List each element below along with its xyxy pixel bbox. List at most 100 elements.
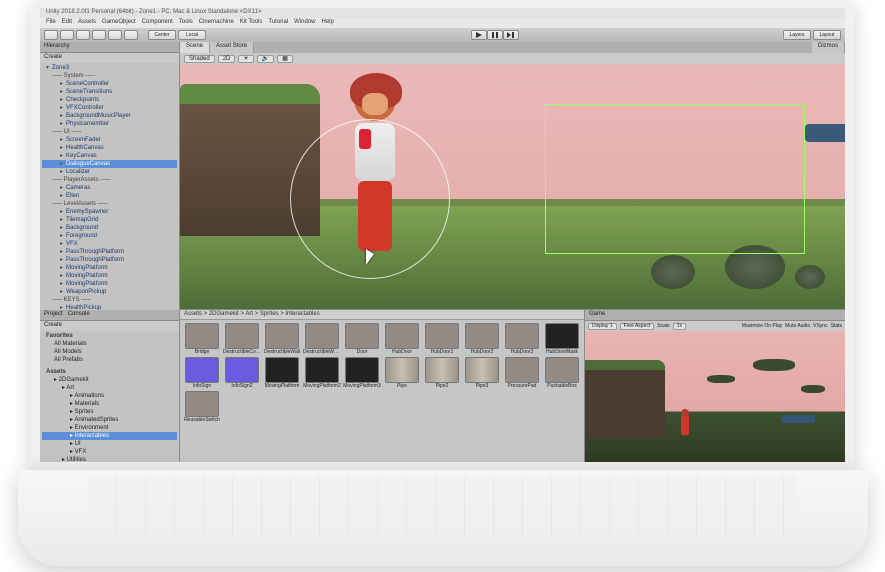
menu-window[interactable]: Window [294, 19, 315, 27]
asset-item[interactable]: DestructibleWall2 [303, 323, 341, 355]
hierarchy-item[interactable]: ----- System ----- [42, 72, 177, 80]
hierarchy-item[interactable]: ▸VFXController [42, 104, 177, 112]
2d-toggle[interactable]: 2D [218, 55, 236, 63]
step-button[interactable] [503, 30, 519, 40]
gizmos-dropdown[interactable]: Gizmos [812, 42, 845, 53]
project-folder[interactable]: ▸ Materials [42, 400, 177, 408]
rotate-tool-button[interactable] [76, 30, 90, 40]
move-tool-button[interactable] [60, 30, 74, 40]
fav-all-materials[interactable]: All Materials [42, 340, 177, 348]
project-folder[interactable]: ▸ Art [42, 384, 177, 392]
gizmo-camera-bounds[interactable] [545, 104, 805, 254]
game-display-dropdown[interactable]: Display 1 [588, 323, 617, 330]
asset-item[interactable]: Pipe3 [463, 357, 501, 389]
project-folder[interactable]: ▸ Environment [42, 424, 177, 432]
hierarchy-item[interactable]: ▸DialogueCanvas [42, 160, 177, 168]
hierarchy-item[interactable]: ▸SceneController [42, 80, 177, 88]
rect-tool-button[interactable] [108, 30, 122, 40]
hierarchy-item[interactable]: ▸Physicamember [42, 120, 177, 128]
tab-project[interactable]: Project [44, 311, 63, 317]
layout-dropdown[interactable]: Layout [813, 30, 841, 40]
menu-cinemachine[interactable]: Cinemachine [199, 19, 234, 27]
hierarchy-item[interactable]: ▸Checkpoints [42, 96, 177, 104]
asset-item[interactable]: PressurePad [503, 357, 541, 389]
project-folder[interactable]: ▸ 2DGamekit [42, 376, 177, 384]
asset-item[interactable]: MovingPlatform [263, 357, 301, 389]
layers-dropdown[interactable]: Layers [783, 30, 811, 40]
project-create-dropdown[interactable]: Create [44, 322, 62, 330]
hierarchy-item[interactable]: ▸MovingPlatform [42, 280, 177, 288]
menu-file[interactable]: File [46, 19, 56, 27]
asset-item[interactable]: Bridge [183, 323, 221, 355]
project-folder[interactable]: ▸ AnimatedSprites [42, 416, 177, 424]
space-toggle[interactable]: Local [178, 30, 206, 40]
hierarchy-item[interactable]: ▸Background [42, 224, 177, 232]
project-folder[interactable]: ▸ UI [42, 440, 177, 448]
game-vsync-toggle[interactable]: VSync [813, 323, 827, 329]
assets-grid[interactable]: BridgeDestructibleColumnDestructibleWall… [180, 320, 584, 462]
menu-kittools[interactable]: Kit Tools [240, 19, 263, 27]
scene-viewport[interactable] [180, 64, 845, 309]
project-folder[interactable]: ▸ VFX [42, 448, 177, 456]
menu-gameobject[interactable]: GameObject [102, 19, 136, 27]
asset-item[interactable]: HubDoor [383, 323, 421, 355]
hand-tool-button[interactable] [44, 30, 58, 40]
tab-console[interactable]: Console [68, 311, 90, 317]
tab-assetstore[interactable]: Asset Store [210, 42, 254, 53]
hierarchy-item[interactable]: ▸MovingPlatform [42, 264, 177, 272]
tab-scene[interactable]: Scene [180, 42, 210, 53]
hierarchy-item[interactable]: ▸SceneTransitions [42, 88, 177, 96]
favorites-header[interactable]: Favorites [42, 332, 177, 340]
scene-audio-toggle[interactable]: 🔊 [257, 55, 274, 63]
hierarchy-item[interactable]: ----- PlayerAssets ----- [42, 176, 177, 184]
asset-item[interactable]: InfoSign2 [223, 357, 261, 389]
hierarchy-item[interactable]: ▸Localizer [42, 168, 177, 176]
asset-item[interactable]: Pipe [383, 357, 421, 389]
hierarchy-item[interactable]: ▸TilemapGrid [42, 216, 177, 224]
hierarchy-item[interactable]: ----- UI ----- [42, 128, 177, 136]
hierarchy-item[interactable]: ▸Ellen [42, 192, 177, 200]
project-folder[interactable]: ▸ Animations [42, 392, 177, 400]
menu-edit[interactable]: Edit [62, 19, 72, 27]
asset-item[interactable]: Pipe2 [423, 357, 461, 389]
hierarchy-item[interactable]: ▸VFX [42, 240, 177, 248]
scene-root[interactable]: ▾Zone3 [42, 64, 177, 72]
transform-tool-button[interactable] [124, 30, 138, 40]
hierarchy-item[interactable]: ▸Foreground [42, 232, 177, 240]
game-mute-toggle[interactable]: Mute Audio [785, 323, 810, 329]
hierarchy-item[interactable]: ▸HealthCanvas [42, 144, 177, 152]
menu-tools[interactable]: Tools [179, 19, 193, 27]
asset-item[interactable]: HubDoor1 [423, 323, 461, 355]
asset-item[interactable]: HubDoor2 [463, 323, 501, 355]
hierarchy-tab[interactable]: Hierarchy [40, 42, 179, 53]
asset-item[interactable]: InfoSign [183, 357, 221, 389]
hierarchy-item[interactable]: ▸ScreenFader [42, 136, 177, 144]
project-tree[interactable]: Favorites All Materials All Models All P… [40, 331, 179, 462]
asset-item[interactable]: HubDoorMask [543, 323, 581, 355]
asset-item[interactable]: DestructibleColumn [223, 323, 261, 355]
hierarchy-tree[interactable]: ▾Zone3 ----- System -----▸SceneControlle… [40, 63, 179, 310]
scale-tool-button[interactable] [92, 30, 106, 40]
asset-item[interactable]: PushableBox [543, 357, 581, 389]
tab-game[interactable]: Game [585, 310, 845, 321]
fav-all-prefabs[interactable]: All Prefabs [42, 356, 177, 364]
project-folder[interactable]: ▸ Utilities [42, 456, 177, 462]
menu-help[interactable]: Help [322, 19, 334, 27]
game-aspect-dropdown[interactable]: Free Aspect [620, 323, 655, 330]
hierarchy-item[interactable]: ▸EnemySpawner [42, 208, 177, 216]
assets-header[interactable]: Assets [42, 368, 177, 376]
pause-button[interactable] [487, 30, 503, 40]
hierarchy-item[interactable]: ▸PassThroughPlatform [42, 248, 177, 256]
assets-breadcrumb[interactable]: Assets > 2DGamekit > Art > Sprites > Int… [180, 310, 584, 320]
menu-assets[interactable]: Assets [78, 19, 96, 27]
asset-item[interactable]: DestructibleWall [263, 323, 301, 355]
hierarchy-item[interactable]: ▸WeaponPickup [42, 288, 177, 296]
scene-light-toggle[interactable]: ☀ [238, 55, 253, 63]
menu-component[interactable]: Component [142, 19, 173, 27]
fav-all-models[interactable]: All Models [42, 348, 177, 356]
asset-item[interactable]: Door [343, 323, 381, 355]
project-folder[interactable]: ▸ Sprites [42, 408, 177, 416]
hierarchy-item[interactable]: ----- KEYS ----- [42, 296, 177, 304]
hierarchy-item[interactable]: ▸MovingPlatform [42, 272, 177, 280]
asset-item[interactable]: MovingPlatform2 [303, 357, 341, 389]
